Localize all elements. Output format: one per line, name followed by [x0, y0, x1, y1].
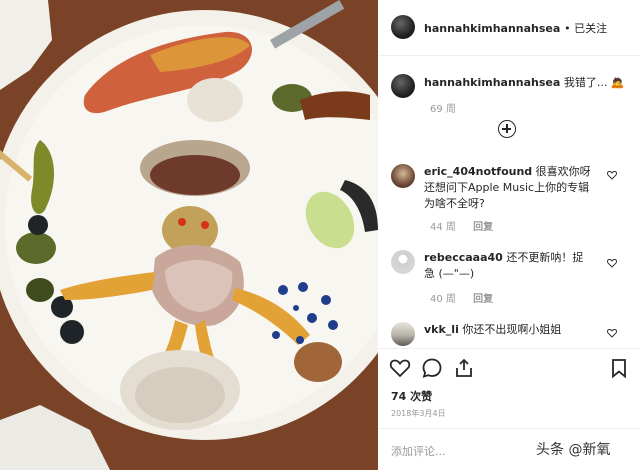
caption: hannahkimhannahsea 我错了... 🙇 69 周: [378, 66, 640, 116]
comment-meta: 44 周 回复: [430, 218, 493, 233]
post-header: hannahkimhannahsea • 已关注: [378, 0, 640, 56]
comment-avatar[interactable]: [391, 164, 415, 188]
author-avatar[interactable]: [391, 15, 415, 39]
caption-username[interactable]: hannahkimhannahsea: [424, 76, 560, 89]
caption-time[interactable]: 69 周: [430, 100, 456, 115]
caption-text: 我错了...: [563, 76, 608, 89]
post-date: 2018年3月4日: [391, 409, 446, 418]
comment-body: rebeccaaa40 还不更新呐！捉急 (—"—): [424, 250, 594, 282]
comment-time[interactable]: 40 周: [430, 294, 456, 305]
comment-time[interactable]: 44 周: [430, 222, 456, 233]
comment-text: 你还不出现啊小姐姐: [462, 323, 562, 336]
follow-status[interactable]: • 已关注: [564, 22, 607, 35]
comment-body: eric_404notfound 很喜欢你呀 还想问下Apple Music上你…: [424, 164, 594, 212]
comment-avatar[interactable]: [391, 322, 415, 346]
comment-avatar[interactable]: [391, 250, 415, 274]
like-comment-icon[interactable]: [607, 328, 617, 338]
reply-button[interactable]: 回复: [473, 294, 493, 305]
watermark: 头条 @新氧: [536, 442, 611, 458]
comment-item: rebeccaaa40 还不更新呐！捉急 (—"—) 40 周 回复: [378, 248, 640, 305]
share-icon[interactable]: [453, 357, 475, 379]
heart-icon[interactable]: [389, 357, 411, 379]
comment-meta: 40 周 回复: [430, 290, 493, 305]
likes-count[interactable]: 74 次赞: [391, 388, 432, 404]
caption-avatar[interactable]: [391, 74, 415, 98]
add-comment-bar: 添加评论... 头条 @新氧: [378, 428, 640, 470]
bookmark-icon[interactable]: [608, 357, 630, 379]
post-photo[interactable]: [0, 0, 378, 470]
comment-username[interactable]: vkk_li: [424, 323, 459, 336]
comment-icon[interactable]: [421, 357, 443, 379]
caption-text-row: hannahkimhannahsea 我错了... 🙇: [424, 74, 625, 90]
plus-circle-icon[interactable]: [498, 120, 516, 138]
comment-body: vkk_li 你还不出现啊小姐姐: [424, 322, 594, 338]
comment-username[interactable]: eric_404notfound: [424, 165, 532, 178]
author-name-row: hannahkimhannahsea • 已关注: [424, 20, 607, 36]
comment-item: eric_404notfound 很喜欢你呀 还想问下Apple Music上你…: [378, 162, 640, 242]
food-art-illustration: [0, 0, 378, 470]
action-bar: [378, 348, 640, 382]
comment-item: vkk_li 你还不出现啊小姐姐: [378, 320, 640, 348]
author-username[interactable]: hannahkimhannahsea: [424, 22, 560, 35]
add-comment-input[interactable]: 添加评论...: [391, 443, 446, 459]
like-comment-icon[interactable]: [607, 258, 617, 268]
comment-username[interactable]: rebeccaaa40: [424, 251, 503, 264]
post-sidebar: hannahkimhannahsea • 已关注 hannahkimhannah…: [378, 0, 640, 470]
like-comment-icon[interactable]: [607, 170, 617, 180]
reply-button[interactable]: 回复: [473, 222, 493, 233]
bow-emoji-icon: 🙇: [610, 76, 625, 89]
